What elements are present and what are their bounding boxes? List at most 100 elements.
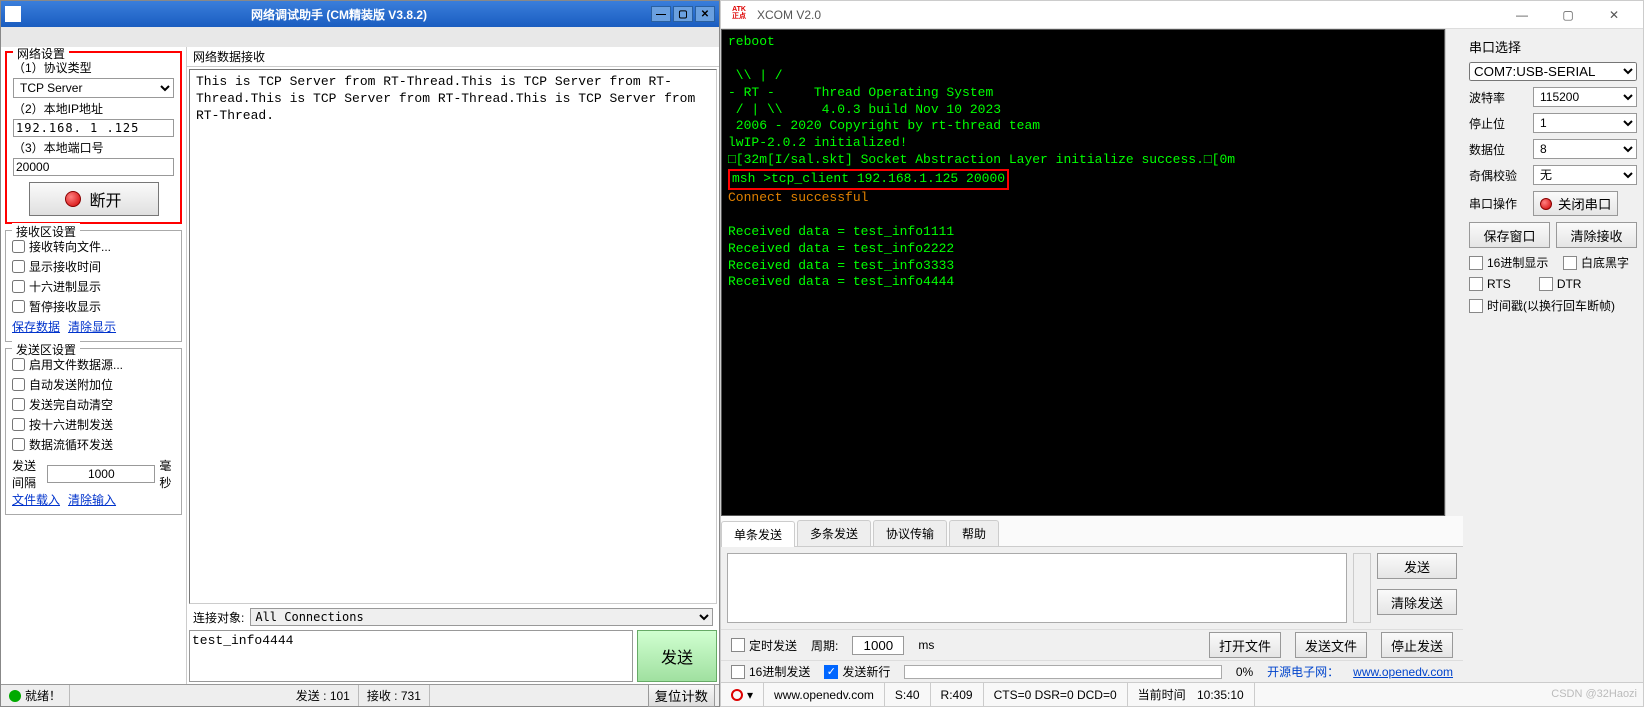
label: 自动发送附加位 (29, 376, 113, 393)
app-icon: ATK正点 (727, 6, 751, 24)
promo-link[interactable]: www.openedv.com (1353, 665, 1453, 679)
titlebar: ATK正点 XCOM V2.0 — ▢ ✕ (721, 1, 1643, 29)
hex-display-checkbox[interactable] (12, 280, 25, 293)
record-icon (1540, 198, 1552, 210)
connection-select[interactable]: All Connections (250, 608, 713, 626)
record-icon (731, 689, 743, 701)
status-cts: CTS=0 DSR=0 DCD=0 (984, 683, 1128, 706)
ip-input[interactable] (13, 119, 174, 137)
port-input[interactable] (13, 158, 174, 176)
label: DTR (1557, 277, 1582, 291)
close-serial-button[interactable]: 关闭串口 (1533, 191, 1618, 216)
com-port-select[interactable]: COM7:USB-SERIAL (1469, 62, 1637, 81)
save-data-link[interactable]: 保存数据 (12, 320, 60, 334)
label: 暂停接收显示 (29, 298, 101, 315)
minimize-button[interactable]: — (651, 6, 671, 22)
dropdown-icon[interactable]: ▾ (747, 688, 753, 702)
network-settings-group: 网络设置 （1）协议类型 TCP Server （2）本地IP地址 （3）本地端… (5, 51, 182, 224)
left-main: 网络数据接收 This is TCP Server from RT-Thread… (186, 47, 719, 684)
send-textarea[interactable]: test_info4444 (189, 630, 633, 682)
label: 时间戳(以换行回车断帧) (1487, 297, 1615, 314)
record-icon (65, 191, 81, 207)
period-unit: ms (918, 638, 934, 652)
rts-checkbox[interactable] (1469, 277, 1483, 291)
send-file-button[interactable]: 发送文件 (1295, 632, 1367, 658)
titlebar: 网络调试助手 (CM精装版 V3.8.2) — ▢ ✕ (1, 1, 719, 27)
send-tabs: 单条发送多条发送协议传输帮助 (721, 516, 1463, 547)
stopbits-select[interactable]: 1 (1533, 113, 1637, 133)
clear-recv-button[interactable]: 清除接收 (1556, 222, 1637, 248)
send-button[interactable]: 发送 (637, 630, 717, 682)
clear-display-link[interactable]: 清除显示 (68, 320, 116, 334)
label: 发送新行 (842, 663, 890, 680)
label: 定时发送 (749, 637, 797, 654)
serial-settings-panel: 串口选择 COM7:USB-SERIAL 波特率115200 停止位1 数据位8… (1463, 29, 1643, 682)
minimize-button[interactable]: — (1499, 1, 1545, 29)
hex-send-checkbox[interactable]: 16进制发送 (731, 663, 810, 680)
disconnect-button[interactable]: 断开 (29, 182, 159, 216)
status-recv: R:409 (931, 683, 984, 706)
progress-pct: 0% (1236, 665, 1253, 679)
maximize-button[interactable]: ▢ (673, 6, 693, 22)
send-button[interactable]: 发送 (1377, 553, 1457, 579)
dtr-checkbox[interactable] (1539, 277, 1553, 291)
interval-label: 发送间隔 (12, 457, 43, 491)
interval-input[interactable] (47, 465, 155, 483)
reset-count-button[interactable]: 复位计数 (648, 684, 715, 707)
hex-display-checkbox[interactable]: 16进制显示 白底黑字 (1469, 254, 1637, 271)
hex-send-checkbox[interactable] (12, 418, 25, 431)
label: 16进制显示 (1487, 254, 1548, 271)
net-assistant-window: 网络调试助手 (CM精装版 V3.8.2) — ▢ ✕ 网络设置 （1）协议类型… (0, 0, 720, 707)
console-output[interactable]: reboot \\ | /- RT - Thread Operating Sys… (721, 29, 1445, 516)
close-button[interactable]: ✕ (1591, 1, 1637, 29)
baud-select[interactable]: 115200 (1533, 87, 1637, 107)
auto-clear-checkbox[interactable] (12, 398, 25, 411)
tab-2[interactable]: 协议传输 (873, 520, 947, 546)
window-title: 网络调试助手 (CM精装版 V3.8.2) (27, 6, 651, 23)
data-label: 数据位 (1469, 141, 1527, 158)
save-window-button[interactable]: 保存窗口 (1469, 222, 1550, 248)
serial-header: 串口选择 (1469, 37, 1637, 56)
load-file-link[interactable]: 文件载入 (12, 493, 60, 507)
parity-select[interactable]: 无 (1533, 165, 1637, 185)
parity-label: 奇偶校验 (1469, 167, 1527, 184)
pause-recv-checkbox[interactable] (12, 300, 25, 313)
maximize-button[interactable]: ▢ (1545, 1, 1591, 29)
status-sent: S:40 (885, 683, 931, 706)
right-main: reboot \\ | /- RT - Thread Operating Sys… (721, 29, 1463, 682)
scrollbar[interactable] (1445, 29, 1463, 516)
clear-send-button[interactable]: 清除发送 (1377, 589, 1457, 615)
auto-append-checkbox[interactable] (12, 378, 25, 391)
file-source-checkbox[interactable] (12, 358, 25, 371)
recv-textarea[interactable]: This is TCP Server from RT-Thread.This i… (189, 69, 717, 604)
watermark: CSDN @32Haozi (1551, 688, 1637, 700)
timestamp-checkbox[interactable]: 时间戳(以换行回车断帧) (1469, 297, 1637, 314)
timed-send-checkbox[interactable]: 定时发送 (731, 637, 797, 654)
send-textarea[interactable] (727, 553, 1347, 623)
tab-0[interactable]: 单条发送 (721, 521, 795, 547)
loop-send-checkbox[interactable] (12, 438, 25, 451)
label: 十六进制显示 (29, 278, 101, 295)
databits-select[interactable]: 8 (1533, 139, 1637, 159)
interval-unit: 毫秒 (159, 457, 175, 491)
recv-value: 731 (401, 689, 421, 703)
stop-send-button[interactable]: 停止发送 (1381, 632, 1453, 658)
tab-3[interactable]: 帮助 (949, 520, 999, 546)
legend: 发送区设置 (12, 341, 80, 358)
show-recv-time-checkbox[interactable] (12, 260, 25, 273)
open-file-button[interactable]: 打开文件 (1209, 632, 1281, 658)
period-input[interactable] (852, 636, 904, 655)
send-settings-group: 发送区设置 启用文件数据源... 自动发送附加位 发送完自动清空 按十六进制发送… (5, 348, 182, 515)
tab-1[interactable]: 多条发送 (797, 520, 871, 546)
protocol-select[interactable]: TCP Server (13, 78, 174, 98)
close-button[interactable]: ✕ (695, 6, 715, 22)
sent-value: 101 (330, 689, 350, 703)
clear-input-link[interactable]: 清除输入 (68, 493, 116, 507)
recv-to-file-checkbox[interactable] (12, 240, 25, 253)
disconnect-label: 断开 (89, 187, 121, 211)
scrollbar[interactable] (1353, 553, 1371, 623)
recv-label: 接收 : (367, 687, 398, 704)
conn-label: 连接对象: (193, 609, 244, 626)
left-sidebar: 网络设置 （1）协议类型 TCP Server （2）本地IP地址 （3）本地端… (1, 47, 186, 684)
send-newline-checkbox[interactable]: ✓发送新行 (824, 663, 890, 680)
